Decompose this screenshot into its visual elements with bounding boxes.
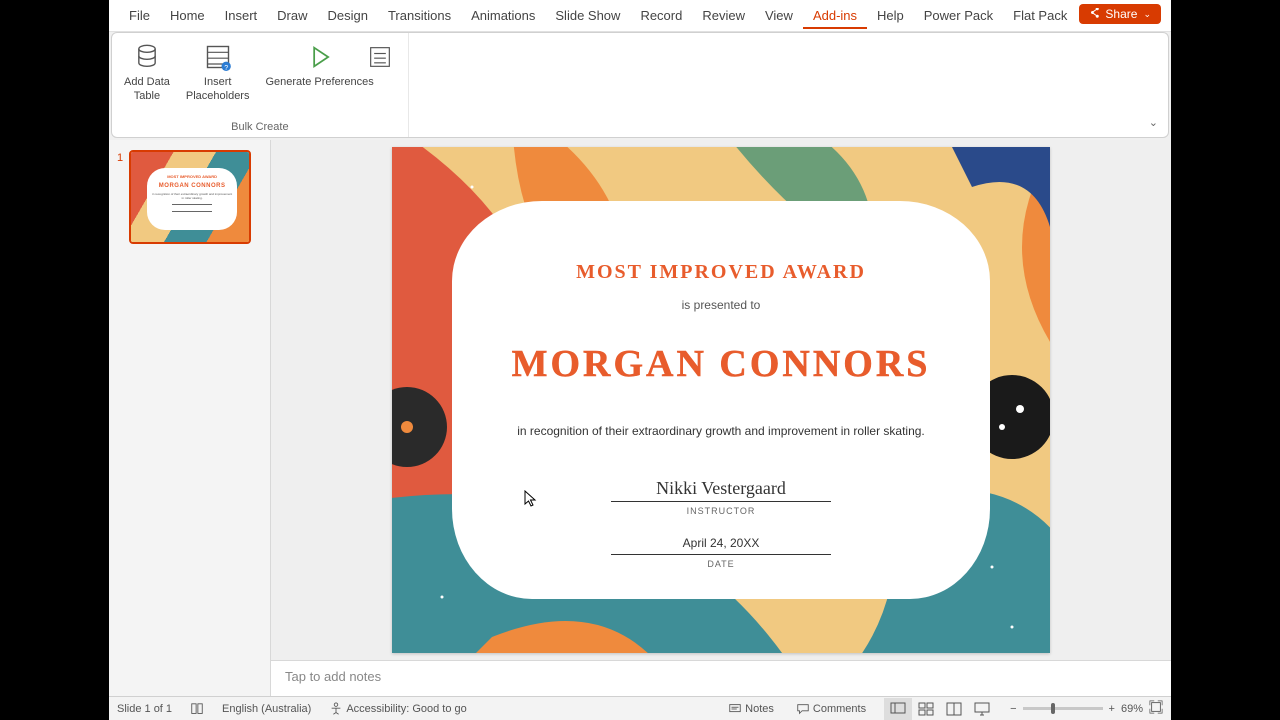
tab-transitions[interactable]: Transitions [378,2,461,29]
notes-toggle-label: Notes [745,703,774,715]
ribbon-group-label: Bulk Create [231,121,288,135]
certificate-signature-label: INSTRUCTOR [502,506,940,516]
status-language[interactable]: English (Australia) [222,703,311,715]
tab-slideshow[interactable]: Slide Show [545,2,630,29]
mini-certificate-card: MOST IMPROVED AWARD MORGAN CONNORS in re… [147,168,237,230]
add-data-table-label: Add Data Table [124,75,170,103]
certificate-date-label: DATE [502,559,940,569]
collapse-ribbon-button[interactable]: ⌄ [1149,116,1158,129]
placeholder-icon: ? [202,41,234,73]
certificate-title: MOST IMPROVED AWARD [502,261,940,284]
tab-record[interactable]: Record [630,2,692,29]
zoom-slider-thumb[interactable] [1051,703,1055,714]
comments-button[interactable]: Comments [792,700,870,718]
zoom-in-button[interactable]: + [1109,703,1115,715]
database-icon [131,41,163,73]
notes-pane[interactable]: Tap to add notes [271,660,1171,696]
tab-view[interactable]: View [755,2,803,29]
view-mode-buttons [884,698,996,720]
certificate-recognition: in recognition of their extraordinary gr… [502,424,940,438]
mini-title: MOST IMPROVED AWARD [151,174,233,179]
mini-date-line [172,211,212,212]
right-black-bar [1171,0,1280,720]
comment-icon [796,702,810,716]
tab-help[interactable]: Help [867,2,914,29]
svg-text:?: ? [224,65,228,71]
share-label: Share [1105,7,1137,21]
certificate-date: April 24, 20XX [611,536,831,555]
ribbon-tabs: File Home Insert Draw Design Transitions… [109,0,1171,32]
ribbon: Add Data Table ? Insert Placeholders Gen… [111,32,1169,138]
normal-view-button[interactable] [884,698,912,720]
certificate-recipient: MORGAN CONNORS [502,342,940,386]
thumbnail-panel[interactable]: 1 MOST IMPROVED AWARD MORGAN CONNORS in … [109,140,271,696]
share-icon [1089,8,1101,20]
zoom-control: − + 69% [1010,700,1163,717]
slide-1[interactable]: MOST IMPROVED AWARD is presented to MORG… [392,147,1050,653]
ribbon-group-bulk-create: Add Data Table ? Insert Placeholders Gen… [112,33,409,137]
fit-to-window-button[interactable] [1149,700,1163,717]
signature-block: Nikki Vestergaard INSTRUCTOR [502,478,940,516]
certificate-signature: Nikki Vestergaard [611,478,831,502]
certificate-card: MOST IMPROVED AWARD is presented to MORG… [452,201,990,599]
insert-placeholders-button[interactable]: ? Insert Placeholders [178,37,258,121]
slide-thumbnail-1[interactable]: MOST IMPROVED AWARD MORGAN CONNORS in re… [129,150,251,244]
zoom-percentage[interactable]: 69% [1121,703,1143,715]
mini-recipient: MORGAN CONNORS [151,183,233,189]
thumbnail-number: 1 [117,150,123,244]
status-bar: Slide 1 of 1 English (Australia) Accessi… [109,696,1171,720]
play-icon [304,41,336,73]
date-block: April 24, 20XX DATE [502,534,940,569]
status-accessibility[interactable]: Accessibility: Good to go [325,700,470,718]
tab-draw[interactable]: Draw [267,2,317,29]
notes-icon [728,702,742,716]
slide-canvas[interactable]: MOST IMPROVED AWARD is presented to MORG… [271,140,1171,660]
tab-review[interactable]: Review [692,2,755,29]
zoom-slider[interactable] [1023,707,1103,710]
insert-placeholders-label: Insert Placeholders [186,75,250,103]
mini-sig-line [172,204,212,205]
mini-recognition: in recognition of their extraordinary gr… [151,192,233,200]
accessibility-icon [329,702,343,716]
slideshow-view-button[interactable] [968,698,996,720]
preferences-label [378,75,381,89]
zoom-out-button[interactable]: − [1010,703,1016,715]
status-accessibility-label: Accessibility: Good to go [346,703,466,715]
book-icon [190,702,204,716]
tab-insert[interactable]: Insert [215,2,268,29]
tab-addins[interactable]: Add-ins [803,2,867,29]
tab-flatpack[interactable]: Flat Pack [1003,2,1077,29]
list-icon [364,41,396,73]
tab-animations[interactable]: Animations [461,2,545,29]
left-black-bar [0,0,109,720]
slide-sorter-button[interactable] [912,698,940,720]
tab-file[interactable]: File [119,2,160,29]
add-data-table-button[interactable]: Add Data Table [116,37,178,121]
reading-view-button[interactable] [940,698,968,720]
app-window: File Home Insert Draw Design Transitions… [109,0,1171,720]
slide-area: MOST IMPROVED AWARD is presented to MORG… [271,140,1171,696]
certificate-presented-to: is presented to [502,298,940,312]
comments-label: Comments [813,703,866,715]
status-slide-count: Slide 1 of 1 [117,703,172,715]
edit-area: 1 MOST IMPROVED AWARD MORGAN CONNORS in … [109,140,1171,696]
notes-toggle-button[interactable]: Notes [724,700,778,718]
status-spellcheck[interactable] [186,700,208,718]
tab-powerpack[interactable]: Power Pack [914,2,1003,29]
preferences-list-button[interactable] [356,37,404,121]
share-button[interactable]: Share ⌄ [1079,4,1161,24]
chevron-down-icon: ⌄ [1143,9,1151,20]
tab-home[interactable]: Home [160,2,215,29]
tab-design[interactable]: Design [318,2,378,29]
